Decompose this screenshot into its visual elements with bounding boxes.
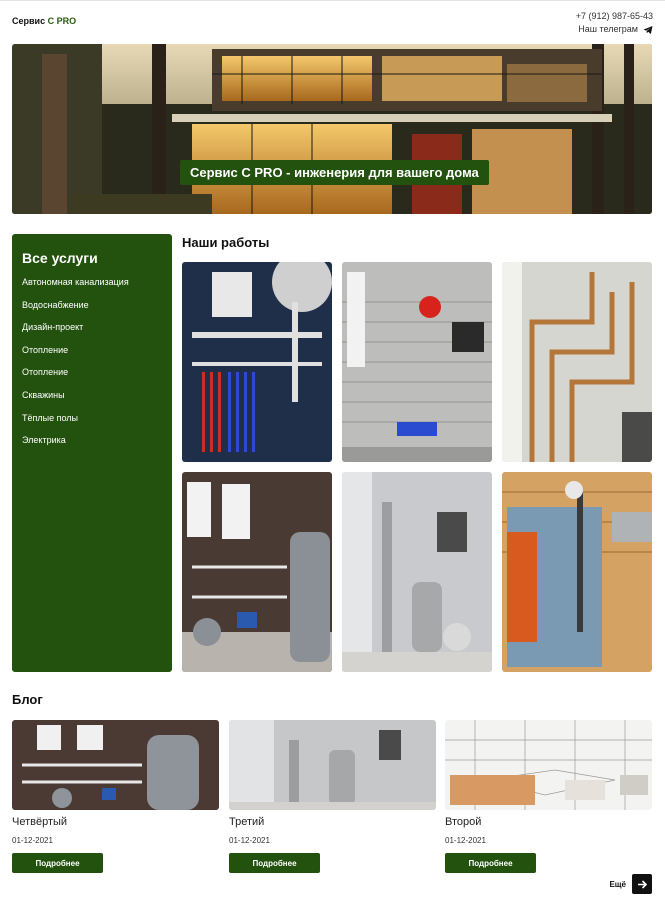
blog-post-title[interactable]: Третий [229, 816, 436, 832]
phone-link[interactable]: +7 (912) 987-65-43 [576, 10, 653, 23]
header-contacts: +7 (912) 987-65-43 Наш телеграм [576, 10, 653, 36]
sidebar-title: Все услуги [22, 250, 98, 266]
blog-image[interactable] [12, 720, 219, 810]
arrow-right-icon [637, 879, 647, 889]
hero-title: Сервис C PRO - инженерия для вашего дома [180, 160, 489, 185]
blog-photo [12, 720, 219, 810]
telegram-label: Наш телеграм [578, 24, 638, 34]
sidebar-item-floor-heating[interactable]: Тёплые полы [22, 412, 162, 435]
works-gallery [182, 262, 652, 672]
sidebar-item-design-project[interactable]: Дизайн-проект [22, 321, 162, 344]
blog-photo [229, 720, 436, 810]
work-card[interactable] [342, 472, 492, 672]
services-list: Автономная канализация Водоснабжение Диз… [22, 276, 162, 457]
sidebar-item-wells[interactable]: Скважины [22, 389, 162, 412]
header: Сервис C PRO +7 (912) 987-65-43 Наш теле… [12, 6, 653, 40]
sidebar-item-electrics[interactable]: Электрика [22, 434, 162, 457]
logo-text: Сервис [12, 16, 48, 26]
top-divider [0, 0, 665, 1]
sidebar-item-sewerage[interactable]: Автономная канализация [22, 276, 162, 299]
blog-image[interactable] [229, 720, 436, 810]
blog-post-date: 01-12-2021 [445, 836, 486, 845]
blog-post-title[interactable]: Четвёртый [12, 816, 219, 832]
sidebar-item-heating-2[interactable]: Отопление [22, 366, 162, 389]
work-card[interactable] [182, 472, 332, 672]
work-card[interactable] [182, 262, 332, 462]
work-photo [342, 262, 492, 462]
hero-house-image [12, 44, 652, 214]
work-photo [182, 472, 332, 672]
logo-accent-text: C PRO [47, 16, 77, 26]
telegram-icon [643, 25, 653, 34]
read-more-button[interactable]: Подробнее [445, 853, 536, 873]
services-sidebar: Все услуги Автономная канализация Водосн… [12, 234, 172, 672]
sidebar-item-heating[interactable]: Отопление [22, 344, 162, 367]
blog-image[interactable] [445, 720, 652, 810]
hero-banner: Сервис C PRO - инженерия для вашего дома [12, 44, 652, 214]
telegram-link[interactable]: Наш телеграм [576, 23, 653, 36]
works-title: Наши работы [182, 235, 270, 250]
blog-card: Четвёртый 01-12-2021 Подробнее [12, 720, 219, 880]
blog-post-title[interactable]: Второй [445, 816, 652, 832]
blog-post-date: 01-12-2021 [12, 836, 53, 845]
blog-card: Второй 01-12-2021 Подробнее [445, 720, 652, 880]
work-card[interactable] [342, 262, 492, 462]
work-photo [502, 472, 652, 672]
work-card[interactable] [502, 472, 652, 672]
blog-card: Третий 01-12-2021 Подробнее [229, 720, 436, 880]
more-link[interactable]: Ещё [609, 874, 652, 894]
blog-title: Блог [12, 692, 43, 707]
work-photo [502, 262, 652, 462]
blog-list: Четвёртый 01-12-2021 Подробнее Третий 01… [12, 720, 652, 880]
blog-post-date: 01-12-2021 [229, 836, 270, 845]
read-more-button[interactable]: Подробнее [229, 853, 320, 873]
work-photo [342, 472, 492, 672]
blog-photo [445, 720, 652, 810]
site-logo[interactable]: Сервис C PRO [12, 16, 76, 26]
work-photo [182, 262, 332, 462]
sidebar-item-water-supply[interactable]: Водоснабжение [22, 299, 162, 322]
more-button[interactable] [632, 874, 652, 894]
work-card[interactable] [502, 262, 652, 462]
read-more-button[interactable]: Подробнее [12, 853, 103, 873]
more-label: Ещё [609, 879, 626, 889]
